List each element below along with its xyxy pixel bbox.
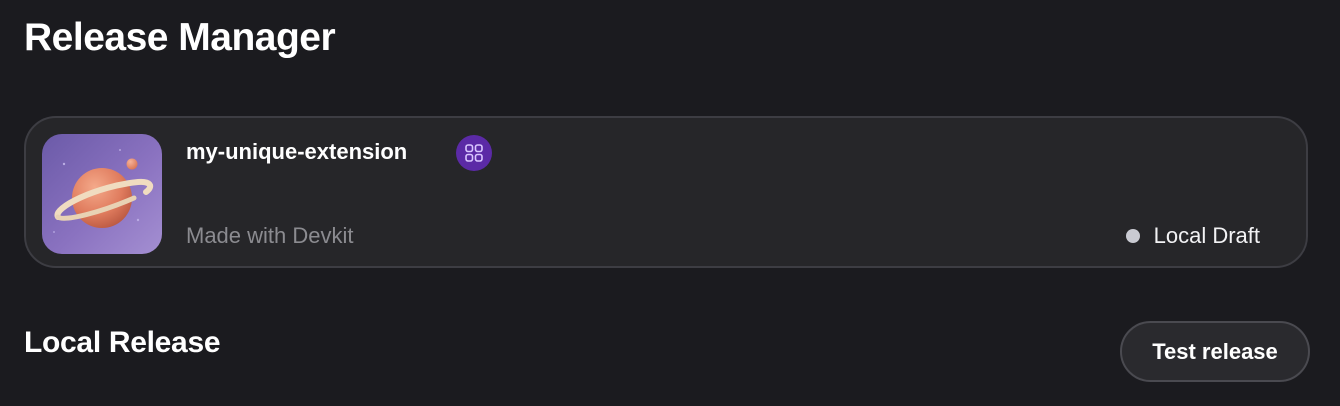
status-badge: Local Draft xyxy=(1125,222,1260,250)
extension-thumbnail xyxy=(42,134,162,254)
extension-card[interactable]: my-unique-extension Made with Devkit Loc… xyxy=(24,116,1308,268)
devkit-grid-icon xyxy=(465,144,483,162)
planet-icon xyxy=(42,134,162,254)
local-release-heading: Local Release xyxy=(24,326,221,359)
page-title: Release Manager xyxy=(24,16,336,59)
extension-name[interactable]: my-unique-extension xyxy=(186,138,407,166)
status-dot-icon xyxy=(1125,229,1140,243)
extension-subtitle: Made with Devkit xyxy=(186,223,354,248)
devkit-badge xyxy=(456,135,492,171)
status-label: Local Draft xyxy=(1153,223,1260,248)
test-release-button[interactable]: Test release xyxy=(1120,321,1310,382)
